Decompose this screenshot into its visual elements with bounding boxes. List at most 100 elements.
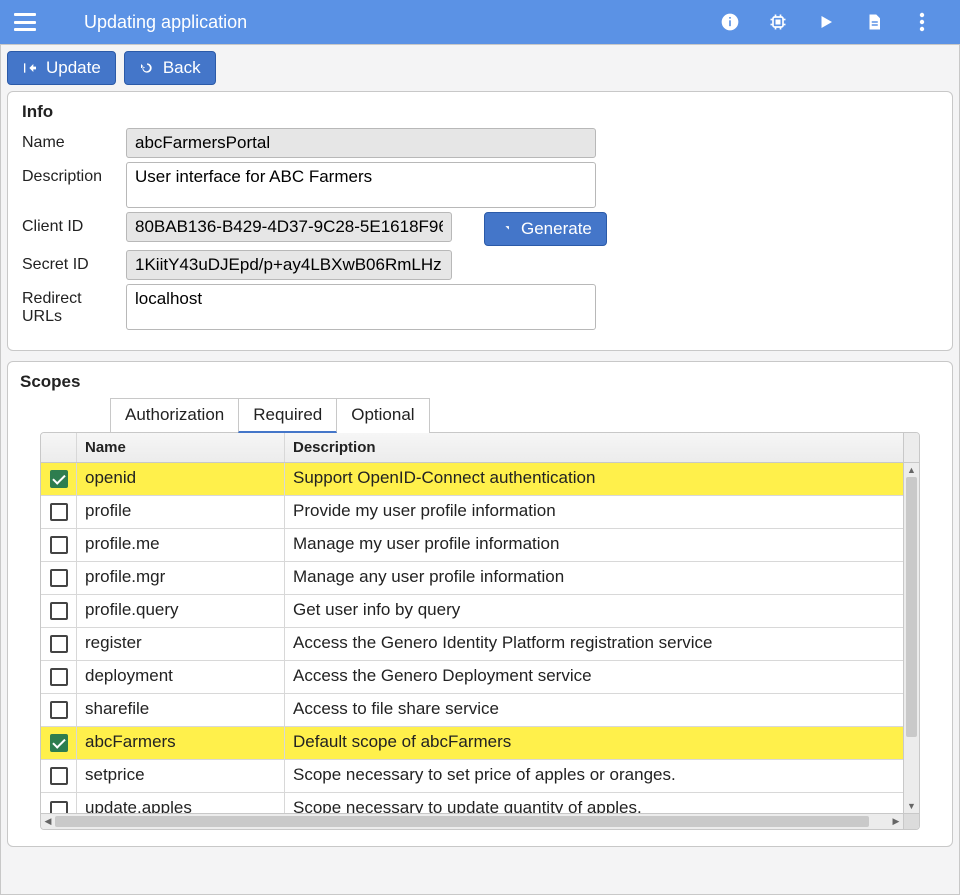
scopes-heading: Scopes bbox=[20, 372, 944, 392]
row-checkbox-cell bbox=[41, 496, 77, 528]
row-description: Provide my user profile information bbox=[285, 496, 919, 528]
row-checkbox-cell bbox=[41, 595, 77, 627]
row-checkbox[interactable] bbox=[50, 635, 68, 653]
clientid-field[interactable] bbox=[126, 212, 452, 242]
table-row[interactable]: sharefileAccess to file share service bbox=[41, 694, 919, 727]
scroll-thumb[interactable] bbox=[906, 477, 917, 737]
row-checkbox[interactable] bbox=[50, 503, 68, 521]
row-checkbox-cell bbox=[41, 793, 77, 813]
row-description: Access the Genero Deployment service bbox=[285, 661, 919, 693]
col-name-header[interactable]: Name bbox=[77, 433, 285, 462]
row-checkbox[interactable] bbox=[50, 470, 68, 488]
scopes-table: Name Description openidSupport OpenID-Co… bbox=[40, 432, 920, 830]
back-button-label: Back bbox=[163, 58, 201, 78]
scopes-tabs: Authorization Required Optional bbox=[110, 398, 920, 433]
document-icon[interactable] bbox=[862, 10, 886, 34]
table-row[interactable]: update.applesScope necessary to update q… bbox=[41, 793, 919, 813]
info-panel: Info Name Description Client ID Generate… bbox=[7, 91, 953, 351]
row-checkbox[interactable] bbox=[50, 536, 68, 554]
content-area: Update Back Info Name Description Client… bbox=[0, 44, 960, 895]
row-name: profile.me bbox=[77, 529, 285, 561]
row-checkbox[interactable] bbox=[50, 801, 68, 814]
generate-button[interactable]: Generate bbox=[484, 212, 607, 246]
row-name: sharefile bbox=[77, 694, 285, 726]
name-field[interactable] bbox=[126, 128, 596, 158]
row-checkbox-cell bbox=[41, 694, 77, 726]
row-name: setprice bbox=[77, 760, 285, 792]
row-description: Get user info by query bbox=[285, 595, 919, 627]
tab-optional[interactable]: Optional bbox=[336, 398, 429, 433]
row-description: Default scope of abcFarmers bbox=[285, 727, 919, 759]
row-name: profile bbox=[77, 496, 285, 528]
redirecturls-field[interactable] bbox=[126, 284, 596, 330]
row-name: openid bbox=[77, 463, 285, 495]
scroll-up-icon[interactable]: ▲ bbox=[904, 463, 919, 477]
table-row[interactable]: setpriceScope necessary to set price of … bbox=[41, 760, 919, 793]
table-row[interactable]: profile.mgrManage any user profile infor… bbox=[41, 562, 919, 595]
menu-icon[interactable] bbox=[14, 13, 36, 31]
row-name: register bbox=[77, 628, 285, 660]
table-row[interactable]: profile.meManage my user profile informa… bbox=[41, 529, 919, 562]
table-row[interactable]: profileProvide my user profile informati… bbox=[41, 496, 919, 529]
info-heading: Info bbox=[22, 102, 938, 122]
redirecturls-label: Redirect URLs bbox=[22, 284, 126, 326]
row-checkbox[interactable] bbox=[50, 668, 68, 686]
row-description: Manage any user profile information bbox=[285, 562, 919, 594]
app-bar: Updating application bbox=[0, 0, 960, 44]
vertical-scrollbar[interactable]: ▲ ▼ bbox=[903, 463, 919, 813]
table-body: openidSupport OpenID-Connect authenticat… bbox=[41, 463, 919, 813]
scopes-panel: Scopes Authorization Required Optional N… bbox=[7, 361, 953, 847]
row-name: deployment bbox=[77, 661, 285, 693]
row-description: Access the Genero Identity Platform regi… bbox=[285, 628, 919, 660]
row-name: update.apples bbox=[77, 793, 285, 813]
col-checkbox bbox=[41, 433, 77, 462]
row-checkbox[interactable] bbox=[50, 602, 68, 620]
row-description: Support OpenID-Connect authentication bbox=[285, 463, 919, 495]
tab-required[interactable]: Required bbox=[238, 398, 337, 433]
row-checkbox-cell bbox=[41, 727, 77, 759]
row-checkbox[interactable] bbox=[50, 767, 68, 785]
generate-button-label: Generate bbox=[521, 219, 592, 239]
row-checkbox-cell bbox=[41, 562, 77, 594]
more-vert-icon[interactable] bbox=[910, 10, 934, 34]
page-title: Updating application bbox=[84, 12, 247, 33]
row-checkbox[interactable] bbox=[50, 701, 68, 719]
update-button[interactable]: Update bbox=[7, 51, 116, 85]
col-description-header[interactable]: Description bbox=[285, 433, 903, 462]
secretid-label: Secret ID bbox=[22, 250, 126, 274]
table-row[interactable]: profile.queryGet user info by query bbox=[41, 595, 919, 628]
row-description: Manage my user profile information bbox=[285, 529, 919, 561]
clientid-label: Client ID bbox=[22, 212, 126, 236]
row-checkbox[interactable] bbox=[50, 734, 68, 752]
scroll-down-icon[interactable]: ▼ bbox=[904, 799, 919, 813]
row-checkbox-cell bbox=[41, 463, 77, 495]
update-button-label: Update bbox=[46, 58, 101, 78]
row-name: abcFarmers bbox=[77, 727, 285, 759]
row-checkbox[interactable] bbox=[50, 569, 68, 587]
description-field[interactable] bbox=[126, 162, 596, 208]
row-checkbox-cell bbox=[41, 661, 77, 693]
scroll-right-icon[interactable]: ▶ bbox=[889, 816, 903, 827]
row-description: Scope necessary to set price of apples o… bbox=[285, 760, 919, 792]
chip-icon[interactable] bbox=[766, 10, 790, 34]
row-description: Access to file share service bbox=[285, 694, 919, 726]
info-icon[interactable] bbox=[718, 10, 742, 34]
scroll-left-icon[interactable]: ◀ bbox=[41, 816, 55, 827]
row-name: profile.mgr bbox=[77, 562, 285, 594]
row-name: profile.query bbox=[77, 595, 285, 627]
table-header: Name Description bbox=[41, 433, 919, 463]
table-row[interactable]: openidSupport OpenID-Connect authenticat… bbox=[41, 463, 919, 496]
play-icon[interactable] bbox=[814, 10, 838, 34]
row-checkbox-cell bbox=[41, 628, 77, 660]
back-button[interactable]: Back bbox=[124, 51, 216, 85]
horizontal-scrollbar[interactable]: ◀ ▶ bbox=[41, 813, 919, 829]
row-description: Scope necessary to update quantity of ap… bbox=[285, 793, 919, 813]
table-row[interactable]: abcFarmersDefault scope of abcFarmers bbox=[41, 727, 919, 760]
table-row[interactable]: registerAccess the Genero Identity Platf… bbox=[41, 628, 919, 661]
row-checkbox-cell bbox=[41, 760, 77, 792]
secretid-field[interactable] bbox=[126, 250, 452, 280]
description-label: Description bbox=[22, 162, 126, 186]
table-row[interactable]: deploymentAccess the Genero Deployment s… bbox=[41, 661, 919, 694]
hscroll-thumb[interactable] bbox=[55, 816, 869, 827]
tab-authorization[interactable]: Authorization bbox=[110, 398, 239, 433]
